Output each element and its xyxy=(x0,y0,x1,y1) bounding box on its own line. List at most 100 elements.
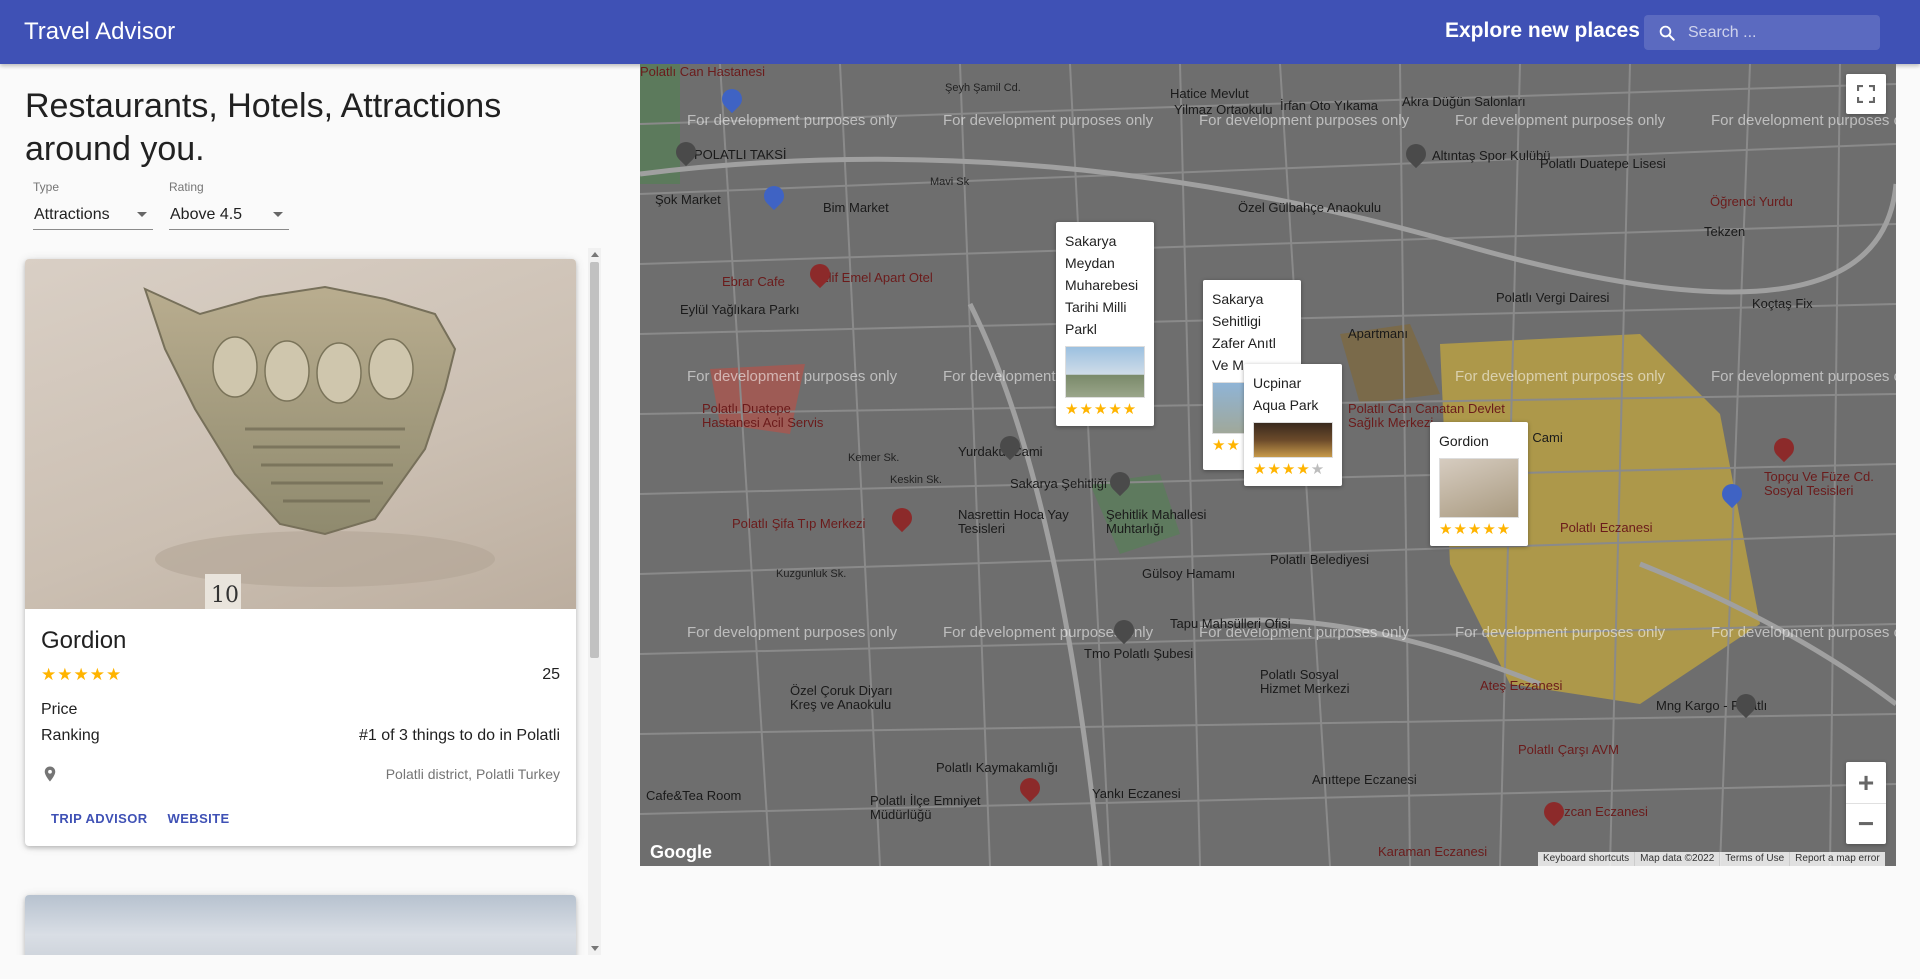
marker-image xyxy=(1439,458,1519,518)
scroll-down-icon[interactable] xyxy=(591,946,599,951)
map-data-text: Map data ©2022 xyxy=(1635,852,1721,866)
dev-watermark: For development purposes only xyxy=(1455,112,1666,129)
search-box[interactable] xyxy=(1644,15,1880,50)
marker-title: Sakarya Meydan Muharebesi Tarihi Milli P… xyxy=(1065,233,1139,337)
place-card xyxy=(25,895,576,955)
trip-advisor-link[interactable]: Trip Advisor xyxy=(41,807,158,830)
chevron-down-icon xyxy=(273,212,283,217)
marker-rating-stars: ★★★★★ xyxy=(1439,521,1512,538)
map-label: Tmo Polatlı Şubesi xyxy=(1084,646,1194,661)
map-label: Kuzgunluk Sk. xyxy=(776,568,847,580)
map-label: Polatlı Vergi Dairesi xyxy=(1496,290,1610,305)
map[interactable]: For development purposes only For develo… xyxy=(640,64,1896,866)
location-pin-icon xyxy=(44,766,56,782)
marker-rating-stars: ★★★★★ xyxy=(1253,461,1326,478)
place-card: 10 Gordion ★★★★★ 25 Price Ranking #1 of … xyxy=(25,259,576,846)
rating-filter-label: Rating xyxy=(169,180,204,194)
app-bar: Travel Advisor Explore new places xyxy=(0,0,1920,64)
website-link[interactable]: Website xyxy=(158,807,240,830)
map-label: Yankı Eczanesi xyxy=(1092,786,1181,801)
map-label: Yilmaz Ortaokulu xyxy=(1174,102,1273,117)
map-label: Anıttepe Eczanesi xyxy=(1312,772,1417,787)
places-list[interactable]: 10 Gordion ★★★★★ 25 Price Ranking #1 of … xyxy=(0,248,600,955)
zoom-in-button[interactable]: + xyxy=(1846,762,1886,803)
map-label: Polatlı Şifa Tıp Merkezi xyxy=(732,516,866,531)
map-label: Bim Market xyxy=(823,200,889,215)
map-label: Cafe&Tea Room xyxy=(646,788,742,803)
place-image: 10 xyxy=(25,259,576,609)
rating-filter[interactable]: Rating Above 4.5 xyxy=(169,180,289,230)
report-map-error-link[interactable]: Report a map error xyxy=(1790,852,1884,866)
map-label: İrfan Oto Yıkama xyxy=(1280,98,1379,113)
google-logo: Google xyxy=(650,842,712,862)
marker-rating-stars: ★★★★★ xyxy=(1065,401,1138,418)
dev-watermark: For development purposes only xyxy=(1455,624,1666,641)
map-label: Polatlı Kaymakamlığı xyxy=(936,760,1059,775)
marker-title: Ucpinar Aqua Park xyxy=(1253,375,1319,413)
map-label: Altıntaş Spor Kulübü xyxy=(1432,148,1551,163)
dev-watermark: For development purposes only xyxy=(943,112,1154,129)
dev-watermark: For development purposes only xyxy=(687,368,898,385)
map-marker-card[interactable]: Gordion ★★★★★ xyxy=(1430,422,1528,546)
map-label: Tapu Mahsülleri Ofisi xyxy=(1170,616,1291,631)
dev-watermark: For development purposes only xyxy=(1711,368,1896,385)
map-label: Özel Çoruk Diyarı Kreş ve Anaokulu xyxy=(790,683,893,712)
place-image xyxy=(25,895,576,955)
map-label: Ebrar Cafe xyxy=(722,274,785,289)
type-select[interactable]: Attractions xyxy=(33,200,153,230)
place-address: Polatli district, Polatli Turkey xyxy=(385,766,560,782)
fullscreen-button[interactable] xyxy=(1846,74,1886,114)
map-label: Polatlı İlçe Emniyet Müdürlüğü xyxy=(870,793,981,822)
map-label: Nasrettin Hoca Yay Tesisleri xyxy=(958,507,1069,536)
map-label: Topçu Ve Füze Cd. Sosyal Tesisleri xyxy=(1764,469,1874,498)
type-filter[interactable]: Type Attractions xyxy=(33,180,153,230)
type-select-value: Attractions xyxy=(34,205,110,223)
search-icon xyxy=(1659,25,1675,41)
fullscreen-icon xyxy=(1857,85,1875,103)
dev-watermark: For development purposes only xyxy=(687,624,898,641)
terms-of-use-link[interactable]: Terms of Use xyxy=(1720,852,1791,866)
ranking-value: #1 of 3 things to do in Polatli xyxy=(358,727,560,744)
type-filter-label: Type xyxy=(33,180,60,194)
map-label: Ateş Eczanesi xyxy=(1480,678,1563,693)
ranking-label: Ranking xyxy=(41,727,100,744)
list-scrollbar[interactable] xyxy=(588,248,601,955)
map-marker-card[interactable]: Sakarya Meydan Muharebesi Tarihi Milli P… xyxy=(1056,222,1154,426)
app-title: Travel Advisor xyxy=(24,18,176,45)
map-label: Sakarya Şehitliği xyxy=(1010,476,1107,491)
dev-watermark: For development purposes only xyxy=(1711,112,1896,129)
keyboard-shortcuts-link[interactable]: Keyboard shortcuts xyxy=(1538,852,1636,866)
marker-title: Sakarya Sehitligi Zafer Anıtl Ve M... xyxy=(1212,291,1276,373)
marker-image xyxy=(1065,346,1145,398)
place-name: Gordion xyxy=(41,627,127,654)
search-input[interactable] xyxy=(1688,23,1868,42)
marker-title: Gordion xyxy=(1439,433,1489,449)
map-label: Özcan Eczanesi xyxy=(1554,804,1648,819)
marker-image xyxy=(1253,422,1333,458)
map-attribution: Keyboard shortcuts Map data ©2022 Terms … xyxy=(1538,852,1885,866)
scroll-up-icon[interactable] xyxy=(591,252,599,257)
explore-label: Explore new places xyxy=(1445,19,1640,42)
map-label: POLATLI TAKSİ xyxy=(694,147,787,162)
map-label: Koçtaş Fix xyxy=(1752,296,1813,311)
price-label: Price xyxy=(41,701,78,718)
rating-select-value: Above 4.5 xyxy=(170,205,243,223)
map-label: Polatlı Çarşı AVM xyxy=(1518,742,1619,757)
map-marker-card[interactable]: Ucpinar Aqua Park ★★★★★ xyxy=(1244,364,1342,486)
map-label: Polatlı Duatepe Hastanesi Acil Servis xyxy=(702,401,824,430)
map-label: Polatlı Eczanesi xyxy=(1560,520,1653,535)
map-label: Tekzen xyxy=(1704,224,1746,239)
map-label: Elif Emel Apart Otel xyxy=(820,270,933,285)
page-heading: Restaurants, Hotels, Attractions around … xyxy=(25,87,502,168)
zoom-control: + − xyxy=(1846,762,1886,844)
map-label: Şeyh Şamil Cd. xyxy=(945,82,1021,94)
svg-text:10: 10 xyxy=(211,583,239,608)
zoom-out-button[interactable]: − xyxy=(1846,803,1886,844)
scrollbar-thumb[interactable] xyxy=(590,262,599,658)
map-label: Mavi Sk xyxy=(930,176,970,188)
dev-watermark: For development purposes only xyxy=(1711,624,1896,641)
map-label: Keskin Sk. xyxy=(890,474,942,486)
rating-select[interactable]: Above 4.5 xyxy=(169,200,289,230)
map-label: Kemer Sk. xyxy=(848,452,900,464)
map-label: Gülsoy Hamamı xyxy=(1142,566,1236,581)
